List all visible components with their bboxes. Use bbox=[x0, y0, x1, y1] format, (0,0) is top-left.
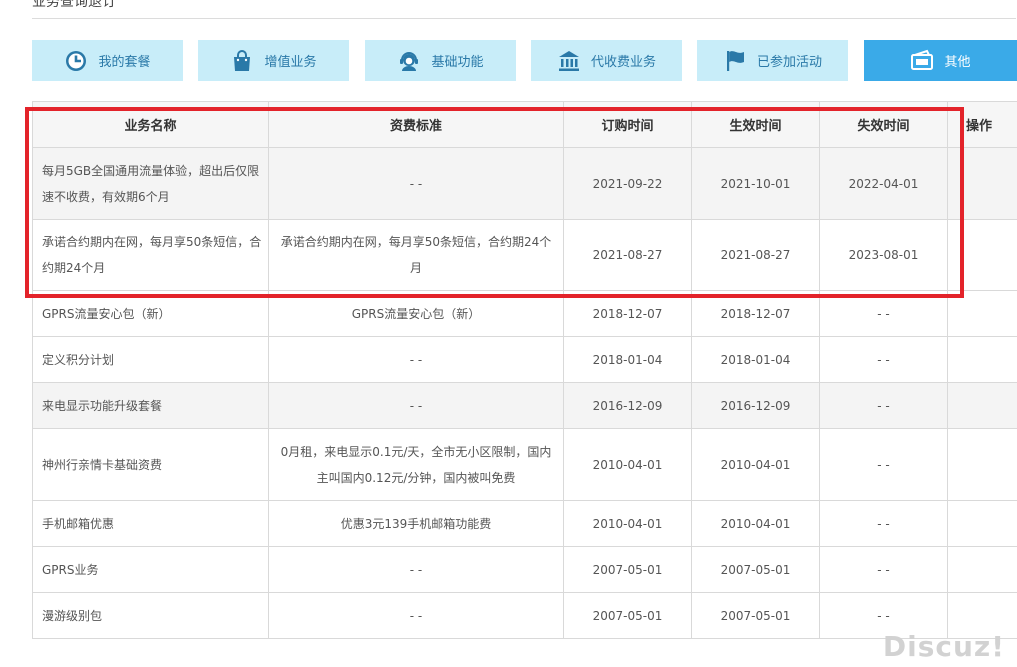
cell-action bbox=[947, 500, 1017, 547]
cell-fee: - - bbox=[268, 546, 564, 593]
cell-fee: - - bbox=[268, 147, 564, 220]
cell-action bbox=[947, 290, 1017, 337]
tab-collection-services[interactable]: 代收费业务 bbox=[531, 40, 682, 81]
tab-label: 基础功能 bbox=[431, 55, 484, 70]
column-header-name: 业务名称 bbox=[32, 101, 269, 148]
cell-action bbox=[947, 382, 1017, 429]
column-header-fee: 资费标准 bbox=[268, 101, 564, 148]
cell-start-date: 2010-04-01 bbox=[691, 428, 820, 501]
bank-icon bbox=[557, 49, 581, 73]
cell-order-date: 2007-05-01 bbox=[563, 592, 692, 639]
cell-action bbox=[947, 428, 1017, 501]
cell-start-date: 2018-12-07 bbox=[691, 290, 820, 337]
cell-name: GPRS业务 bbox=[32, 546, 269, 593]
cell-action bbox=[947, 336, 1017, 383]
cell-end-date: - - bbox=[819, 500, 948, 547]
column-header-action: 操作 bbox=[947, 101, 1017, 148]
clock-pie-icon bbox=[64, 49, 88, 73]
cell-name: 手机邮箱优惠 bbox=[32, 500, 269, 547]
cell-end-date: 2022-04-01 bbox=[819, 147, 948, 220]
cell-order-date: 2018-12-07 bbox=[563, 290, 692, 337]
table-row: 漫游级别包 - - 2007-05-01 2007-05-01 - - bbox=[32, 592, 1017, 639]
cell-end-date: - - bbox=[819, 546, 948, 593]
cell-start-date: 2007-05-01 bbox=[691, 546, 820, 593]
cell-order-date: 2007-05-01 bbox=[563, 546, 692, 593]
column-header-order-date: 订购时间 bbox=[563, 101, 692, 148]
tab-value-added[interactable]: 增值业务 bbox=[198, 40, 349, 81]
tab-basic-functions[interactable]: 基础功能 bbox=[365, 40, 516, 81]
table-row: GPRS流量安心包（新） GPRS流量安心包（新） 2018-12-07 201… bbox=[32, 290, 1017, 337]
cell-order-date: 2021-08-27 bbox=[563, 219, 692, 291]
cell-fee: 承诺合约期内在网，每月享50条短信，合约期24个月 bbox=[268, 219, 564, 291]
headset-agent-icon bbox=[397, 49, 421, 73]
cell-fee: - - bbox=[268, 336, 564, 383]
column-header-end-date: 失效时间 bbox=[819, 101, 948, 148]
table-row: 神州行亲情卡基础资费 0月租，来电显示0.1元/天，全市无小区限制，国内主叫国内… bbox=[32, 428, 1017, 501]
column-header-start-date: 生效时间 bbox=[691, 101, 820, 148]
table-row: 定义积分计划 - - 2018-01-04 2018-01-04 - - bbox=[32, 336, 1017, 383]
shopping-bag-icon bbox=[230, 49, 254, 73]
cell-order-date: 2018-01-04 bbox=[563, 336, 692, 383]
table-row: GPRS业务 - - 2007-05-01 2007-05-01 - - bbox=[32, 546, 1017, 593]
cell-end-date: - - bbox=[819, 428, 948, 501]
cell-name: 承诺合约期内在网，每月享50条短信，合约期24个月 bbox=[32, 219, 269, 291]
table-header-row: 业务名称 资费标准 订购时间 生效时间 失效时间 操作 bbox=[32, 101, 1017, 148]
cell-order-date: 2021-09-22 bbox=[563, 147, 692, 220]
tab-joined-activities[interactable]: 已参加活动 bbox=[697, 40, 848, 81]
cell-name: 定义积分计划 bbox=[32, 336, 269, 383]
cell-start-date: 2010-04-01 bbox=[691, 500, 820, 547]
cell-order-date: 2010-04-01 bbox=[563, 428, 692, 501]
tab-label: 增值业务 bbox=[264, 55, 317, 70]
page-title: 业务查询退订 bbox=[32, 0, 116, 10]
tab-label: 其他 bbox=[944, 55, 971, 70]
cell-order-date: 2016-12-09 bbox=[563, 382, 692, 429]
cell-name: 来电显示功能升级套餐 bbox=[32, 382, 269, 429]
table-row: 每月5GB全国通用流量体验，超出后仅限速不收费，有效期6个月 - - 2021-… bbox=[32, 147, 1017, 220]
cell-end-date: - - bbox=[819, 382, 948, 429]
forum-watermark: Discuz! bbox=[882, 630, 1005, 663]
cell-action bbox=[947, 147, 1017, 220]
ticket-icon bbox=[910, 49, 934, 73]
cell-start-date: 2021-10-01 bbox=[691, 147, 820, 220]
cell-start-date: 2018-01-04 bbox=[691, 336, 820, 383]
cell-name: 神州行亲情卡基础资费 bbox=[32, 428, 269, 501]
cell-end-date: - - bbox=[819, 290, 948, 337]
cell-fee: 优惠3元139手机邮箱功能费 bbox=[268, 500, 564, 547]
tab-label: 已参加活动 bbox=[756, 55, 822, 70]
cell-name: GPRS流量安心包（新） bbox=[32, 290, 269, 337]
tab-label: 我的套餐 bbox=[98, 55, 151, 70]
cell-action bbox=[947, 546, 1017, 593]
cell-name: 漫游级别包 bbox=[32, 592, 269, 639]
tab-my-package[interactable]: 我的套餐 bbox=[32, 40, 183, 81]
flag-icon bbox=[723, 49, 747, 73]
tab-label: 代收费业务 bbox=[590, 55, 656, 70]
table-row: 来电显示功能升级套餐 - - 2016-12-09 2016-12-09 - - bbox=[32, 382, 1017, 429]
table-row: 承诺合约期内在网，每月享50条短信，合约期24个月 承诺合约期内在网，每月享50… bbox=[32, 219, 1017, 291]
cell-order-date: 2010-04-01 bbox=[563, 500, 692, 547]
cell-end-date: 2023-08-01 bbox=[819, 219, 948, 291]
business-table: 业务名称 资费标准 订购时间 生效时间 失效时间 操作 每月5GB全国通用流量体… bbox=[32, 101, 1017, 639]
cell-fee: - - bbox=[268, 592, 564, 639]
cell-start-date: 2007-05-01 bbox=[691, 592, 820, 639]
cell-action bbox=[947, 219, 1017, 291]
cell-fee: GPRS流量安心包（新） bbox=[268, 290, 564, 337]
cell-start-date: 2021-08-27 bbox=[691, 219, 820, 291]
title-divider bbox=[32, 18, 1016, 19]
cell-start-date: 2016-12-09 bbox=[691, 382, 820, 429]
cell-fee: 0月租，来电显示0.1元/天，全市无小区限制，国内主叫国内0.12元/分钟，国内… bbox=[268, 428, 564, 501]
tab-other[interactable]: 其他 bbox=[864, 40, 1017, 81]
table-row: 手机邮箱优惠 优惠3元139手机邮箱功能费 2010-04-01 2010-04… bbox=[32, 500, 1017, 547]
category-tabs: 我的套餐 增值业务 基础功能 代收费业务 已参加活动 其他 bbox=[32, 40, 1017, 81]
cell-name: 每月5GB全国通用流量体验，超出后仅限速不收费，有效期6个月 bbox=[32, 147, 269, 220]
cell-fee: - - bbox=[268, 382, 564, 429]
cell-end-date: - - bbox=[819, 336, 948, 383]
